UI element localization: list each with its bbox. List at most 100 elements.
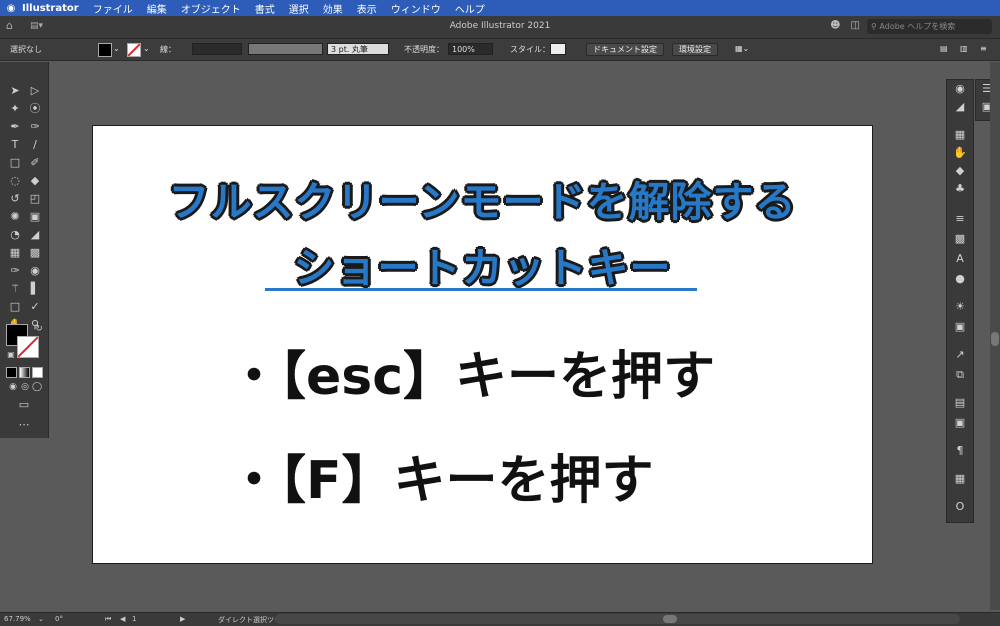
gradient-panel-icon[interactable]: ▩ — [952, 232, 968, 246]
opacity-field[interactable]: 100% — [448, 43, 493, 55]
graph-tool-icon[interactable]: ▌ — [28, 282, 42, 296]
gradient-mode-icon[interactable] — [19, 367, 30, 378]
menu-help[interactable]: ヘルプ — [455, 1, 485, 16]
pathfinder-icon[interactable]: ▣ — [952, 416, 968, 430]
help-search-input[interactable]: ⚲ Adobe ヘルプを検索 — [867, 19, 992, 34]
graphic-styles-icon[interactable]: ▣ — [952, 320, 968, 334]
panel-toggle-icon[interactable]: ◫ — [851, 20, 860, 31]
rectangle-tool-icon[interactable]: □ — [8, 156, 22, 170]
next-artboard-icon[interactable]: ▶ — [180, 615, 185, 623]
selection-tool-icon[interactable]: ➤ — [8, 84, 22, 98]
stroke-swatch[interactable] — [127, 43, 141, 57]
export-icon[interactable]: ↗ — [952, 348, 968, 362]
color-mode-icon[interactable] — [6, 367, 17, 378]
style-label: スタイル： — [510, 45, 550, 54]
menu-view[interactable]: 表示 — [357, 1, 377, 16]
rotate-view[interactable]: 0° — [55, 615, 63, 623]
artboard-tool-icon[interactable]: □ — [8, 300, 22, 314]
horizontal-scroll-thumb[interactable] — [663, 615, 677, 623]
slice-tool-icon[interactable]: ✓ — [28, 300, 42, 314]
symbols-icon[interactable]: ♣ — [952, 182, 968, 196]
horizontal-scrollbar[interactable] — [275, 614, 960, 624]
vertical-scrollbar[interactable] — [990, 62, 1000, 610]
menu-app-name[interactable]: Illustrator — [22, 3, 79, 14]
lasso-tool-icon[interactable]: ⦿ — [28, 102, 42, 116]
swap-colors-icon[interactable]: ↻ — [32, 322, 46, 336]
eraser-tool-icon[interactable]: ◆ — [28, 174, 42, 188]
artboard-number[interactable]: 1 — [132, 615, 136, 623]
pen-tool-icon[interactable]: ✒ — [8, 120, 22, 134]
menu-edit[interactable]: 編集 — [147, 1, 167, 16]
preferences-button[interactable]: 環境設定 — [672, 43, 718, 56]
stroke-dropdown-icon[interactable]: ⌄ — [143, 44, 150, 53]
arrange-icon[interactable]: ▦⌄ — [735, 44, 749, 53]
stroke-weight-field[interactable] — [192, 43, 242, 55]
perspective-grid-tool-icon[interactable]: ◢ — [28, 228, 42, 242]
libraries-icon[interactable]: ◆ — [952, 164, 968, 178]
curvature-tool-icon[interactable]: ✑ — [28, 120, 42, 134]
menu-type[interactable]: 書式 — [255, 1, 275, 16]
vertical-scroll-thumb[interactable] — [991, 332, 999, 346]
menu-object[interactable]: オブジェクト — [181, 1, 241, 16]
color-panel-icon[interactable]: ◉ — [952, 82, 968, 96]
apple-menu-icon[interactable]: ◉ — [0, 3, 22, 14]
artboards-panel-icon[interactable]: ⧉ — [952, 368, 968, 382]
swatches-icon[interactable]: ▦ — [952, 128, 968, 142]
brush-definition[interactable]: 3 pt. 丸筆 — [327, 43, 389, 55]
menu-window[interactable]: ウィンドウ — [391, 1, 441, 16]
warp-tool-icon[interactable]: ✺ — [8, 210, 22, 224]
magic-wand-tool-icon[interactable]: ✦ — [8, 102, 22, 116]
shape-builder-tool-icon[interactable]: ◔ — [8, 228, 22, 242]
eyedropper-tool-icon[interactable]: ✑ — [8, 264, 22, 278]
shaper-tool-icon[interactable]: ◌ — [8, 174, 22, 188]
fill-swatch[interactable] — [98, 43, 112, 57]
stroke-panel-icon[interactable]: ≡ — [952, 212, 968, 226]
transform-panel-icon[interactable]: ▦ — [952, 472, 968, 486]
fill-dropdown-icon[interactable]: ⌄ — [113, 44, 120, 53]
distribute-icon[interactable]: ▥ — [960, 44, 968, 53]
none-mode-icon[interactable] — [32, 367, 43, 378]
image-trace-icon[interactable]: ☀ — [952, 300, 968, 314]
brushes-icon[interactable]: ✋ — [952, 146, 968, 160]
stroke-label: 線： — [160, 45, 176, 54]
stroke-color-box[interactable] — [17, 336, 39, 358]
share-icon[interactable]: ☻ — [830, 20, 840, 31]
direct-selection-tool-icon[interactable]: ▷ — [28, 84, 42, 98]
gradient-tool-icon[interactable]: ▩ — [28, 246, 42, 260]
default-colors-icon[interactable]: ▣ — [4, 348, 18, 362]
screen-mode-icon[interactable]: ▭ — [17, 398, 31, 412]
prev-artboard-icon[interactable]: ◀ — [120, 615, 125, 623]
artboard-title-line1: フルスクリーンモードを解除する — [168, 178, 797, 226]
mesh-tool-icon[interactable]: ▦ — [8, 246, 22, 260]
artboard[interactable]: フルスクリーンモードを解除する ショートカットキー ・【esc】キーを押す ・【… — [93, 126, 872, 563]
line-tool-icon[interactable]: ∕ — [28, 138, 42, 152]
menu-effect[interactable]: 効果 — [323, 1, 343, 16]
document-setup-button[interactable]: ドキュメント設定 — [586, 43, 664, 56]
appearance-panel-icon[interactable]: ● — [952, 272, 968, 286]
menu-file[interactable]: ファイル — [93, 1, 133, 16]
align-panel-icon[interactable]: ▤ — [952, 396, 968, 410]
draw-inside-icon[interactable]: ◯ — [30, 380, 44, 394]
symbol-sprayer-tool-icon[interactable]: ⚚ — [8, 282, 22, 296]
blend-tool-icon[interactable]: ◉ — [28, 264, 42, 278]
scale-tool-icon[interactable]: ◰ — [28, 192, 42, 206]
align-icon[interactable]: ▤ — [940, 44, 948, 53]
rotate-tool-icon[interactable]: ↺ — [8, 192, 22, 206]
panel-menu-icon[interactable]: ≡ — [980, 44, 987, 53]
zoom-dropdown-icon[interactable]: ⌄ — [38, 615, 44, 623]
paragraph-icon[interactable]: ¶ — [952, 444, 968, 458]
graphic-style-swatch[interactable] — [550, 43, 566, 55]
edit-toolbar-icon[interactable]: ⋯ — [17, 418, 31, 432]
character-panel-icon[interactable]: A — [952, 252, 968, 266]
type-tool-icon[interactable]: T — [8, 138, 22, 152]
zoom-level[interactable]: 67.79% — [4, 615, 31, 623]
brush-value: 3 pt. 丸筆 — [331, 45, 368, 54]
free-transform-tool-icon[interactable]: ▣ — [28, 210, 42, 224]
opentype-icon[interactable]: O — [952, 500, 968, 514]
color-guide-icon[interactable]: ◢ — [952, 100, 968, 114]
first-artboard-icon[interactable]: ⏮ — [105, 615, 111, 624]
paintbrush-tool-icon[interactable]: ✐ — [28, 156, 42, 170]
variable-width-profile[interactable] — [248, 43, 323, 55]
tools-panel: ➤ ▷ ✦ ⦿ ✒ ✑ T ∕ □ ✐ ◌ ◆ ↺ ◰ ✺ ▣ ◔ ◢ ▦ ▩ … — [0, 62, 49, 438]
menu-select[interactable]: 選択 — [289, 1, 309, 16]
